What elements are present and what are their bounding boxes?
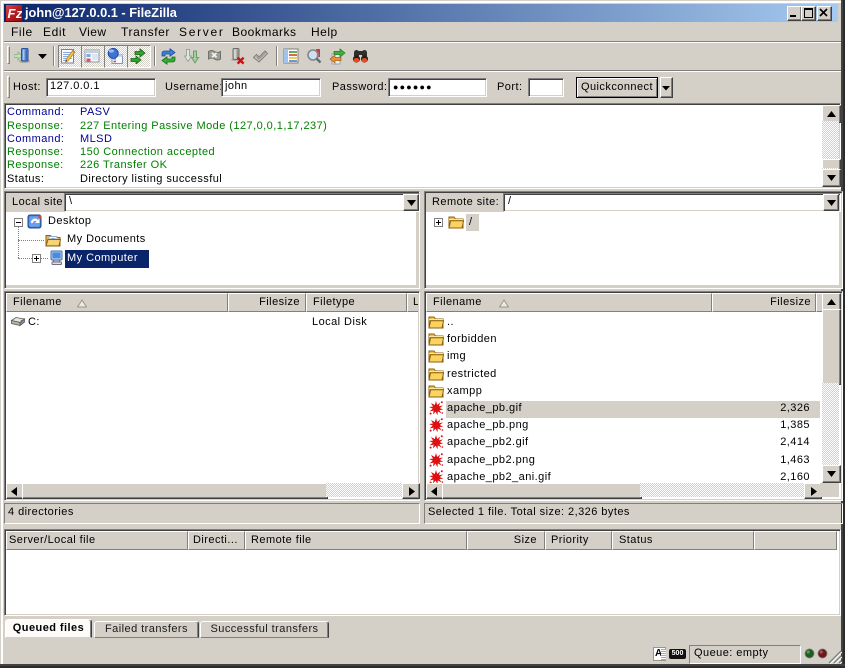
svg-text:Fz: Fz [8,6,23,21]
